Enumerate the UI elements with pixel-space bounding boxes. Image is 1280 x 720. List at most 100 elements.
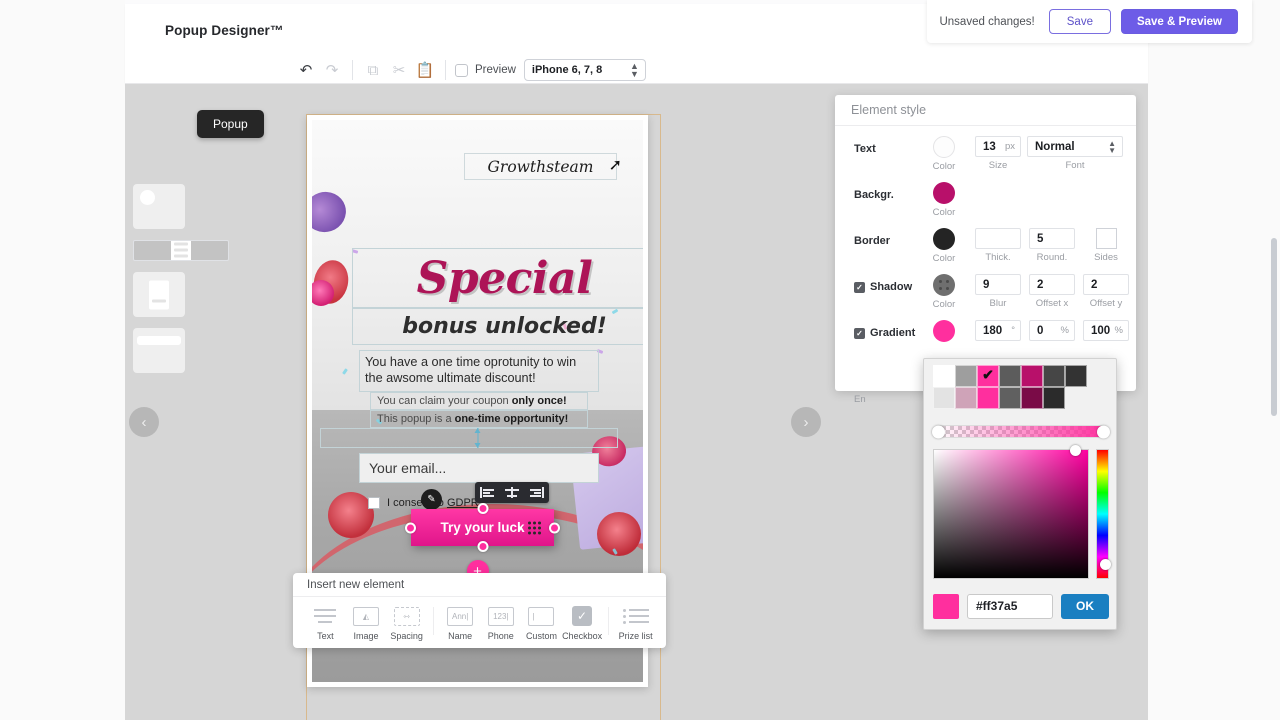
gradient-color-swatch[interactable] xyxy=(933,320,955,342)
gradient-angle-input[interactable]: 180 ° xyxy=(975,320,1021,341)
color-swatch[interactable] xyxy=(933,365,955,387)
border-thickness-input[interactable] xyxy=(975,228,1021,249)
shadow-offsetx-field[interactable]: 2 Offset x xyxy=(1025,274,1079,309)
border-thickness-field[interactable]: Thick. xyxy=(971,228,1025,263)
mini-line-2-element[interactable]: This popup is a one-time opportunity! xyxy=(370,410,588,428)
color-swatch[interactable] xyxy=(1021,365,1043,387)
text-font-field[interactable]: Normal ▲ ▼ Font xyxy=(1025,136,1125,171)
color-swatch[interactable] xyxy=(955,387,977,409)
next-step-button[interactable]: › xyxy=(791,407,821,437)
insert-item-image[interactable]: ◭ Image xyxy=(346,605,387,641)
page-scrollbar[interactable] xyxy=(1271,238,1277,416)
border-sides-field[interactable]: Sides xyxy=(1079,228,1133,263)
shadow-offsety-input[interactable]: 2 xyxy=(1083,274,1129,295)
saturation-value-knob[interactable] xyxy=(1070,445,1081,456)
color-swatch[interactable] xyxy=(1021,387,1043,409)
alpha-slider-knob[interactable] xyxy=(1097,425,1110,438)
background-color-swatch[interactable] xyxy=(933,182,955,204)
alpha-slider-knob-left[interactable] xyxy=(932,425,945,438)
insert-item-text[interactable]: Text xyxy=(305,605,346,641)
spacing-resize-icon[interactable] xyxy=(474,428,480,448)
thumbnail-success[interactable] xyxy=(133,272,185,317)
email-input[interactable]: Your email... xyxy=(359,453,599,483)
gradient-start-field[interactable]: 0 % xyxy=(1025,320,1079,341)
cta-element-selection[interactable]: Try your luck › xyxy=(405,503,560,552)
border-color-swatch[interactable] xyxy=(933,228,955,250)
align-left-icon[interactable] xyxy=(480,487,495,498)
subheadline-element[interactable]: bonus unlocked! xyxy=(352,308,643,345)
gdpr-link[interactable]: GDPR xyxy=(447,497,479,509)
border-color-field[interactable]: Color xyxy=(917,228,971,264)
preview-toggle[interactable]: Preview xyxy=(455,63,516,77)
edit-pencil-icon[interactable]: ✎ xyxy=(421,489,442,510)
gradient-end-input[interactable]: 100 % xyxy=(1083,320,1129,341)
hue-slider[interactable] xyxy=(1096,449,1111,579)
background-color-field[interactable]: Color xyxy=(917,182,971,218)
device-select[interactable]: iPhone 6, 7, 8 ▲ ▼ xyxy=(523,59,646,81)
shadow-color-field[interactable]: Color xyxy=(917,274,971,310)
insert-item-prize-list[interactable]: Prize list xyxy=(615,605,656,641)
shadow-blur-input[interactable]: 9 xyxy=(975,274,1021,295)
text-font-select[interactable]: Normal ▲ ▼ xyxy=(1027,136,1123,157)
cut-icon[interactable]: ✂ xyxy=(386,58,412,82)
copy-icon[interactable]: ⧉ xyxy=(360,58,386,82)
color-swatch[interactable] xyxy=(1065,365,1087,387)
shadow-checkbox[interactable]: ✓ xyxy=(854,281,865,293)
insert-item-name[interactable]: Ann| Name xyxy=(440,605,481,641)
color-picker-ok-button[interactable]: OK xyxy=(1061,593,1109,619)
border-radius-field[interactable]: 5 Round. xyxy=(1025,228,1079,263)
logo-element[interactable]: Growthsteam ➚ xyxy=(464,153,622,180)
shadow-offsety-field[interactable]: 2 Offset y xyxy=(1079,274,1133,309)
undo-icon[interactable]: ↶ xyxy=(293,58,319,82)
gradient-start-input[interactable]: 0 % xyxy=(1029,320,1075,341)
shadow-blur-field[interactable]: 9 Blur xyxy=(971,274,1025,309)
align-right-icon[interactable] xyxy=(529,487,544,498)
insert-item-spacing[interactable]: ⇿ Spacing xyxy=(386,605,427,641)
resize-handle-right[interactable] xyxy=(549,522,560,533)
color-swatch[interactable] xyxy=(1043,387,1065,409)
mini-line-1-element[interactable]: You can claim your coupon only once! xyxy=(370,392,588,410)
save-button[interactable]: Save xyxy=(1048,9,1111,34)
border-sides-icon[interactable] xyxy=(1095,228,1117,249)
shadow-color-swatch[interactable] xyxy=(933,274,955,296)
gradient-checkbox[interactable]: ✓ xyxy=(854,327,865,339)
insert-item-checkbox[interactable]: ✓ Checkbox xyxy=(562,605,603,641)
preview-checkbox[interactable] xyxy=(455,63,468,77)
thumbnail-popup[interactable] xyxy=(133,240,229,261)
border-radius-input[interactable]: 5 xyxy=(1029,228,1075,249)
headline-element[interactable]: Special xyxy=(352,248,643,308)
text-color-swatch[interactable] xyxy=(933,136,955,158)
text-size-field[interactable]: 13 px Size xyxy=(971,136,1025,171)
gdpr-checkbox[interactable] xyxy=(368,497,380,509)
prev-step-button[interactable]: ‹ xyxy=(129,407,159,437)
spacing-element[interactable] xyxy=(320,428,618,448)
resize-handle-left[interactable] xyxy=(405,522,416,533)
color-swatch[interactable] xyxy=(999,387,1021,409)
gradient-end-field[interactable]: 100 % xyxy=(1079,320,1133,341)
thumbnail-teaser[interactable] xyxy=(133,184,185,229)
paragraph-element[interactable]: You have a one time oprotunity to win th… xyxy=(359,350,599,392)
saturation-value-area[interactable] xyxy=(933,445,1089,579)
gradient-angle-field[interactable]: 180 ° xyxy=(971,320,1025,341)
shadow-offsetx-input[interactable]: 2 xyxy=(1029,274,1075,295)
hex-color-input[interactable]: #ff37a5 xyxy=(967,593,1053,619)
paste-icon[interactable]: 📋 xyxy=(412,58,438,82)
text-size-input[interactable]: 13 px xyxy=(975,136,1021,157)
insert-item-phone[interactable]: 123| Phone xyxy=(480,605,521,641)
color-swatch[interactable] xyxy=(999,365,1021,387)
hue-slider-knob[interactable] xyxy=(1100,559,1111,570)
color-swatch[interactable] xyxy=(977,387,999,409)
align-center-icon[interactable] xyxy=(504,487,519,498)
resize-handle-bottom[interactable] xyxy=(477,541,488,552)
redo-icon[interactable]: ↷ xyxy=(319,58,345,82)
color-swatch[interactable] xyxy=(933,387,955,409)
resize-handle-top[interactable] xyxy=(477,503,488,514)
alpha-slider[interactable] xyxy=(932,425,1110,438)
color-swatch[interactable] xyxy=(955,365,977,387)
thumbnail-teaser-bar[interactable] xyxy=(133,328,185,373)
color-swatch[interactable] xyxy=(1043,365,1065,387)
gradient-color-field[interactable] xyxy=(917,320,971,342)
save-and-preview-button[interactable]: Save & Preview xyxy=(1120,9,1238,34)
color-swatch-selected[interactable]: ✔ xyxy=(977,365,999,387)
insert-item-custom[interactable]: | Custom xyxy=(521,605,562,641)
